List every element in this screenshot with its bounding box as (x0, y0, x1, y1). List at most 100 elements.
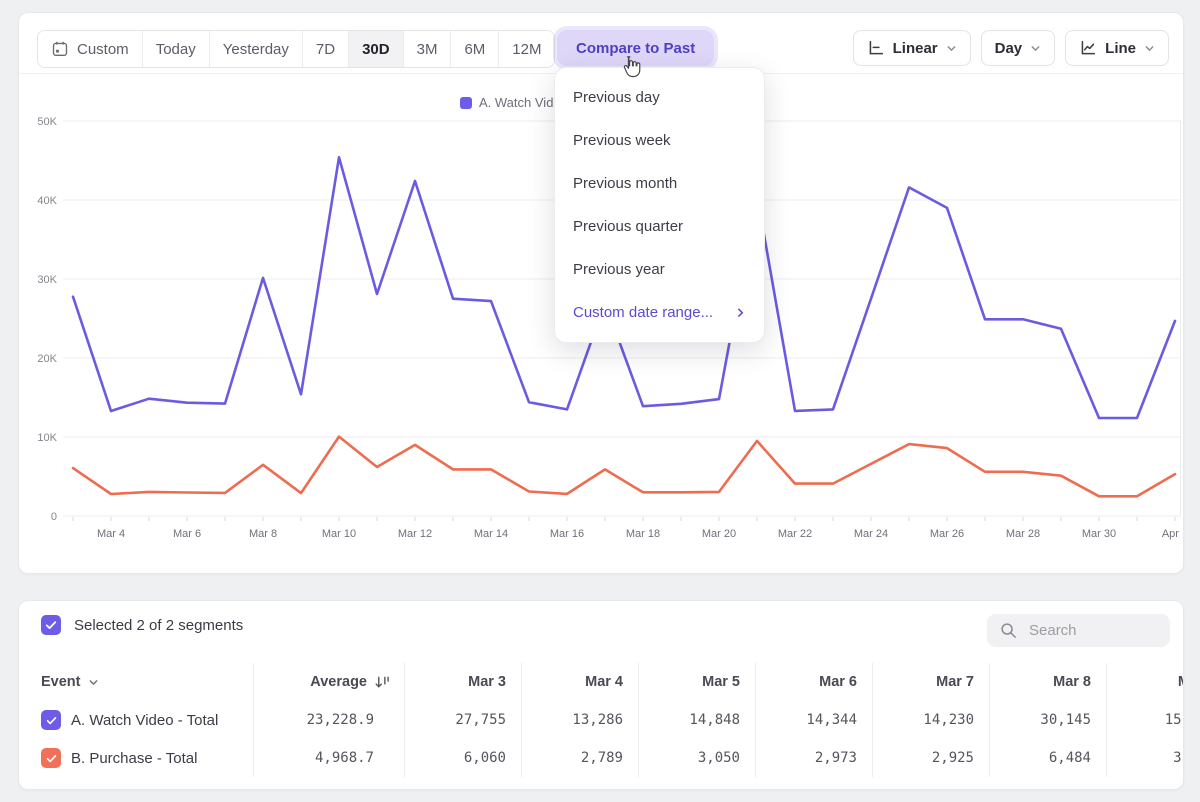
day-value: 2,789 (521, 739, 638, 777)
svg-text:10K: 10K (37, 432, 57, 444)
range-label: 3M (417, 41, 438, 58)
average-header-label: Average (310, 674, 367, 690)
chevron-right-icon (735, 307, 746, 318)
table-row: B. Purchase - Total 4,968.7 6,060 2,789 … (19, 739, 1184, 777)
svg-text:Apr 1: Apr 1 (1162, 528, 1181, 540)
day-value: 14,344 (755, 701, 872, 739)
chevron-down-icon (88, 677, 99, 688)
search-input[interactable] (1027, 621, 1151, 640)
svg-text:Mar 26: Mar 26 (930, 528, 964, 540)
check-icon (45, 714, 58, 727)
segments-table: Event Average Mar 3 Mar 4 Mar 5 Mar 6 Ma… (19, 663, 1184, 777)
svg-text:Mar 8: Mar 8 (249, 528, 277, 540)
svg-text:Mar 28: Mar 28 (1006, 528, 1040, 540)
day-column-header[interactable]: Mar 8 (989, 663, 1106, 701)
menu-item-previous-day[interactable]: Previous day (555, 76, 764, 119)
custom-date-range-label: Custom date range... (573, 304, 713, 321)
search-box[interactable] (987, 614, 1170, 647)
range-30d-button[interactable]: 30D (349, 31, 404, 67)
day-column-header[interactable]: Mar 6 (755, 663, 872, 701)
range-yesterday-button[interactable]: Yesterday (210, 31, 303, 67)
date-range-group: Custom Today Yesterday 7D 30D 3M 6M 12M (37, 30, 555, 68)
range-label: Yesterday (223, 41, 289, 58)
range-7d-button[interactable]: 7D (303, 31, 349, 67)
day-column-header[interactable]: Mar 3 (404, 663, 521, 701)
day-value-clipped: 15, (1106, 701, 1184, 739)
range-label: 12M (512, 41, 541, 58)
chart-card: Custom Today Yesterday 7D 30D 3M 6M 12M … (18, 12, 1184, 574)
interval-label: Day (995, 40, 1023, 57)
day-value: 2,973 (755, 739, 872, 777)
chart-type-label: Line (1105, 40, 1136, 57)
svg-text:20K: 20K (37, 353, 57, 365)
chevron-down-icon (1030, 43, 1041, 54)
range-today-button[interactable]: Today (143, 31, 210, 67)
svg-text:Mar 18: Mar 18 (626, 528, 660, 540)
day-value: 13,286 (521, 701, 638, 739)
range-12m-button[interactable]: 12M (499, 31, 554, 67)
linear-scale-icon (867, 39, 885, 57)
day-value-clipped: 3, (1106, 739, 1184, 777)
legend-label: A. Watch Vide (479, 95, 561, 110)
svg-text:Mar 4: Mar 4 (97, 528, 125, 540)
day-value: 14,848 (638, 701, 755, 739)
row-checkbox[interactable] (41, 710, 61, 730)
svg-text:0: 0 (51, 511, 57, 523)
chart-type-dropdown[interactable]: Line (1065, 30, 1169, 66)
day-column-header[interactable]: Mar 7 (872, 663, 989, 701)
check-icon (44, 618, 58, 632)
row-checkbox[interactable] (41, 748, 61, 768)
average-column-header[interactable]: Average (253, 663, 404, 701)
menu-item-custom-date-range[interactable]: Custom date range... (555, 291, 764, 334)
range-label: Today (156, 41, 196, 58)
range-custom-button[interactable]: Custom (38, 31, 143, 67)
chart-legend: A. Watch Vide (460, 95, 561, 110)
day-value: 3,050 (638, 739, 755, 777)
scale-label: Linear (893, 40, 938, 57)
range-label: 6M (464, 41, 485, 58)
svg-text:Mar 30: Mar 30 (1082, 528, 1116, 540)
svg-text:Mar 6: Mar 6 (173, 528, 201, 540)
line-chart-icon (1079, 39, 1097, 57)
table-row: A. Watch Video - Total 23,228.9 27,755 1… (19, 701, 1184, 739)
day-value: 30,145 (989, 701, 1106, 739)
range-label: 30D (362, 41, 390, 58)
segment-label: B. Purchase - Total (71, 750, 197, 767)
day-column-header[interactable]: Mar 4 (521, 663, 638, 701)
menu-item-previous-week[interactable]: Previous week (555, 119, 764, 162)
svg-text:Mar 10: Mar 10 (322, 528, 356, 540)
day-column-header-clipped: M (1106, 663, 1184, 701)
interval-dropdown[interactable]: Day (981, 30, 1056, 66)
svg-text:Mar 16: Mar 16 (550, 528, 584, 540)
svg-text:Mar 12: Mar 12 (398, 528, 432, 540)
analytics-page: Custom Today Yesterday 7D 30D 3M 6M 12M … (0, 0, 1200, 802)
menu-item-previous-year[interactable]: Previous year (555, 248, 764, 291)
legend-swatch (460, 97, 472, 109)
segments-table-card: Selected 2 of 2 segments Event Average (18, 600, 1184, 790)
average-value: 4,968.7 (253, 739, 404, 777)
svg-text:40K: 40K (37, 195, 57, 207)
compare-menu: Previous day Previous week Previous mont… (554, 67, 765, 343)
day-value: 14,230 (872, 701, 989, 739)
event-column-header[interactable]: Event (41, 674, 99, 690)
sort-descending-icon (374, 675, 391, 690)
range-3m-button[interactable]: 3M (404, 31, 452, 67)
range-label: 7D (316, 41, 335, 58)
svg-text:Mar 22: Mar 22 (778, 528, 812, 540)
scale-dropdown[interactable]: Linear (853, 30, 971, 66)
svg-text:30K: 30K (37, 274, 57, 286)
table-header-row: Event Average Mar 3 Mar 4 Mar 5 Mar 6 Ma… (19, 663, 1184, 701)
svg-text:Mar 14: Mar 14 (474, 528, 508, 540)
day-column-header[interactable]: Mar 5 (638, 663, 755, 701)
day-value: 2,925 (872, 739, 989, 777)
menu-item-previous-quarter[interactable]: Previous quarter (555, 205, 764, 248)
select-all-checkbox[interactable] (41, 615, 61, 635)
selected-summary: Selected 2 of 2 segments (74, 617, 243, 634)
range-6m-button[interactable]: 6M (451, 31, 499, 67)
segment-label: A. Watch Video - Total (71, 712, 218, 729)
average-value: 23,228.9 (253, 701, 404, 739)
range-label: Custom (77, 41, 129, 58)
compare-to-past-button[interactable]: Compare to Past (557, 30, 714, 66)
chevron-down-icon (946, 43, 957, 54)
menu-item-previous-month[interactable]: Previous month (555, 162, 764, 205)
